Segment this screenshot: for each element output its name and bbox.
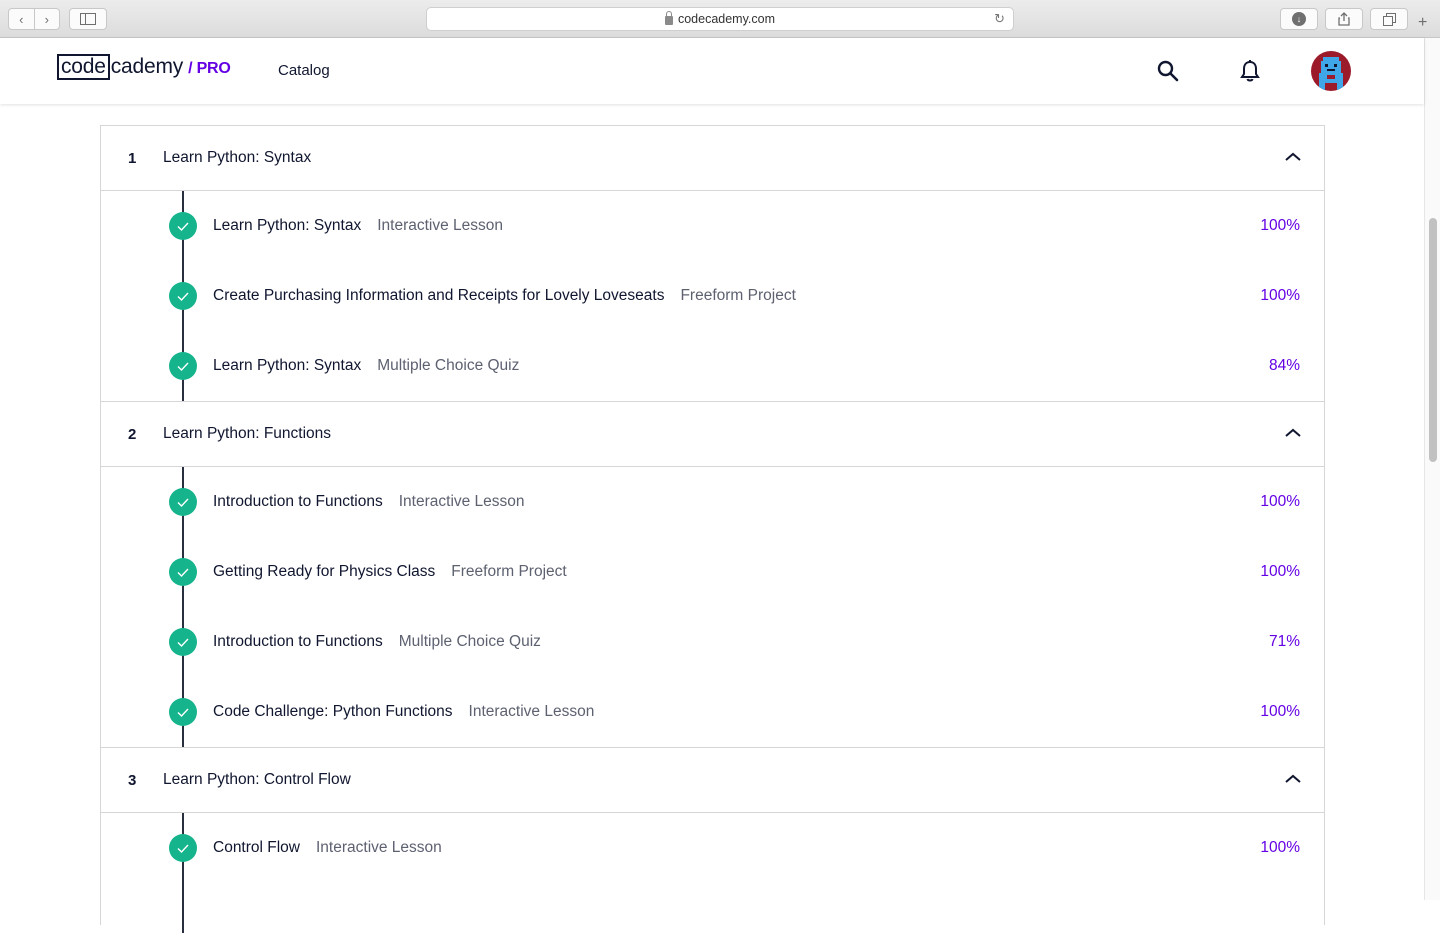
item-title-text: Introduction to Functions xyxy=(213,493,383,510)
module-items: Control Flow Interactive Lesson 100% xyxy=(101,813,1324,933)
item-title-text: Control Flow xyxy=(213,839,300,856)
check-icon xyxy=(169,834,197,862)
item-percent: 100% xyxy=(1260,493,1300,510)
history-nav: ‹ › xyxy=(8,8,60,30)
item-title-text: Introduction to Functions xyxy=(213,633,383,650)
chevron-up-icon[interactable] xyxy=(1284,773,1302,785)
address-bar[interactable]: codecademy.com ↻ xyxy=(426,7,1014,31)
page-scrollbar[interactable] xyxy=(1424,38,1440,900)
user-avatar[interactable] xyxy=(1311,51,1351,91)
list-item[interactable]: Control Flow Interactive Lesson 100% xyxy=(101,813,1324,883)
syllabus-list: 1 Learn Python: Syntax Learn Python: Syn… xyxy=(100,125,1325,933)
item-title[interactable]: Control Flow Interactive Lesson xyxy=(213,839,442,857)
item-type: Freeform Project xyxy=(451,563,567,580)
list-item[interactable]: Code Challenge: Python Functions Interact… xyxy=(101,677,1324,747)
module-number: 3 xyxy=(128,771,137,789)
sidebar-icon xyxy=(80,13,96,25)
item-title[interactable]: Introduction to Functions Interactive Les… xyxy=(213,493,525,511)
list-item[interactable]: Learn Python: Syntax Interactive Lesson 1… xyxy=(101,191,1324,261)
module-number: 2 xyxy=(128,425,137,443)
item-title-text: Getting Ready for Physics Class xyxy=(213,563,436,580)
module-header[interactable]: 2 Learn Python: Functions xyxy=(101,402,1324,467)
item-title[interactable]: Learn Python: Syntax Multiple Choice Quiz xyxy=(213,357,519,375)
check-icon xyxy=(169,352,197,380)
item-type: Multiple Choice Quiz xyxy=(377,357,520,374)
lock-icon xyxy=(664,10,673,25)
item-title[interactable]: Introduction to Functions Multiple Choice… xyxy=(213,633,541,651)
module-items: Learn Python: Syntax Interactive Lesson 1… xyxy=(101,191,1324,402)
download-icon: ↓ xyxy=(1292,12,1306,26)
item-percent: 100% xyxy=(1260,703,1300,720)
check-icon xyxy=(169,698,197,726)
item-title[interactable]: Create Purchasing Information and Receip… xyxy=(213,287,796,305)
item-title-text: Learn Python: Syntax xyxy=(213,357,362,374)
module-title: Learn Python: Control Flow xyxy=(163,771,351,788)
item-title[interactable]: Code Challenge: Python Functions Interact… xyxy=(213,703,594,721)
module-header[interactable]: 1 Learn Python: Syntax xyxy=(101,126,1324,191)
codecademy-logo[interactable]: code cademy / PRO xyxy=(57,54,231,80)
catalog-link[interactable]: Catalog xyxy=(278,62,330,79)
item-percent: 100% xyxy=(1260,563,1300,580)
list-item[interactable]: Getting Ready for Physics Class Freeform … xyxy=(101,537,1324,607)
share-button[interactable] xyxy=(1325,8,1363,30)
list-item[interactable]: Learn Python: Syntax Multiple Choice Quiz… xyxy=(101,331,1324,401)
avatar-pixel-icon xyxy=(1319,57,1343,91)
item-title-text: Create Purchasing Information and Receip… xyxy=(213,287,665,304)
logo-code: code xyxy=(57,54,110,80)
share-icon xyxy=(1338,12,1350,26)
item-percent: 100% xyxy=(1260,839,1300,856)
logo-rest: cademy xyxy=(110,55,184,78)
downloads-button[interactable]: ↓ xyxy=(1280,8,1318,30)
item-title[interactable]: Learn Python: Syntax Interactive Lesson xyxy=(213,217,503,235)
item-type: Freeform Project xyxy=(680,287,796,304)
search-icon[interactable] xyxy=(1157,60,1179,82)
browser-toolbar: ‹ › codecademy.com ↻ ↓ + xyxy=(0,0,1440,38)
module-number: 1 xyxy=(128,149,137,167)
check-icon xyxy=(169,558,197,586)
chevron-up-icon[interactable] xyxy=(1284,427,1302,439)
notifications-bell-icon[interactable] xyxy=(1240,59,1260,83)
item-type: Interactive Lesson xyxy=(398,493,525,510)
new-tab-icon[interactable]: + xyxy=(1418,14,1427,32)
item-title-text: Learn Python: Syntax xyxy=(213,217,362,234)
item-type: Interactive Lesson xyxy=(377,217,504,234)
module-title: Learn Python: Functions xyxy=(163,425,332,442)
site-header: code cademy / PRO Catalog xyxy=(0,38,1424,104)
item-title[interactable]: Getting Ready for Physics Class Freeform … xyxy=(213,563,567,581)
tabs-icon xyxy=(1382,12,1396,26)
sidebar-toggle-button[interactable] xyxy=(69,8,107,30)
logo-pro: / PRO xyxy=(188,60,231,77)
tabs-overview-button[interactable] xyxy=(1370,8,1408,30)
module-header[interactable]: 3 Learn Python: Control Flow xyxy=(101,748,1324,813)
address-url: codecademy.com xyxy=(677,12,776,26)
item-percent: 71% xyxy=(1268,633,1300,650)
item-percent: 84% xyxy=(1268,357,1300,374)
check-icon xyxy=(169,282,197,310)
item-title-text: Code Challenge: Python Functions xyxy=(213,703,453,720)
list-item[interactable]: Create Purchasing Information and Receip… xyxy=(101,261,1324,331)
module-title: Learn Python: Syntax xyxy=(163,149,312,166)
back-icon[interactable]: ‹ xyxy=(9,9,35,29)
module-items: Introduction to Functions Interactive Les… xyxy=(101,467,1324,748)
item-type: Multiple Choice Quiz xyxy=(398,633,541,650)
check-icon xyxy=(169,212,197,240)
chevron-up-icon[interactable] xyxy=(1284,151,1302,163)
item-percent: 100% xyxy=(1260,287,1300,304)
reload-icon[interactable]: ↻ xyxy=(994,11,1005,27)
check-icon xyxy=(169,628,197,656)
item-percent: 100% xyxy=(1260,217,1300,234)
item-type: Interactive Lesson xyxy=(316,839,442,856)
list-item[interactable]: Introduction to Functions Multiple Choice… xyxy=(101,607,1324,677)
item-type: Interactive Lesson xyxy=(468,703,595,720)
check-icon xyxy=(169,488,197,516)
scrollbar-thumb[interactable] xyxy=(1429,218,1437,462)
list-item[interactable]: Introduction to Functions Interactive Les… xyxy=(101,467,1324,537)
forward-icon[interactable]: › xyxy=(35,9,60,29)
